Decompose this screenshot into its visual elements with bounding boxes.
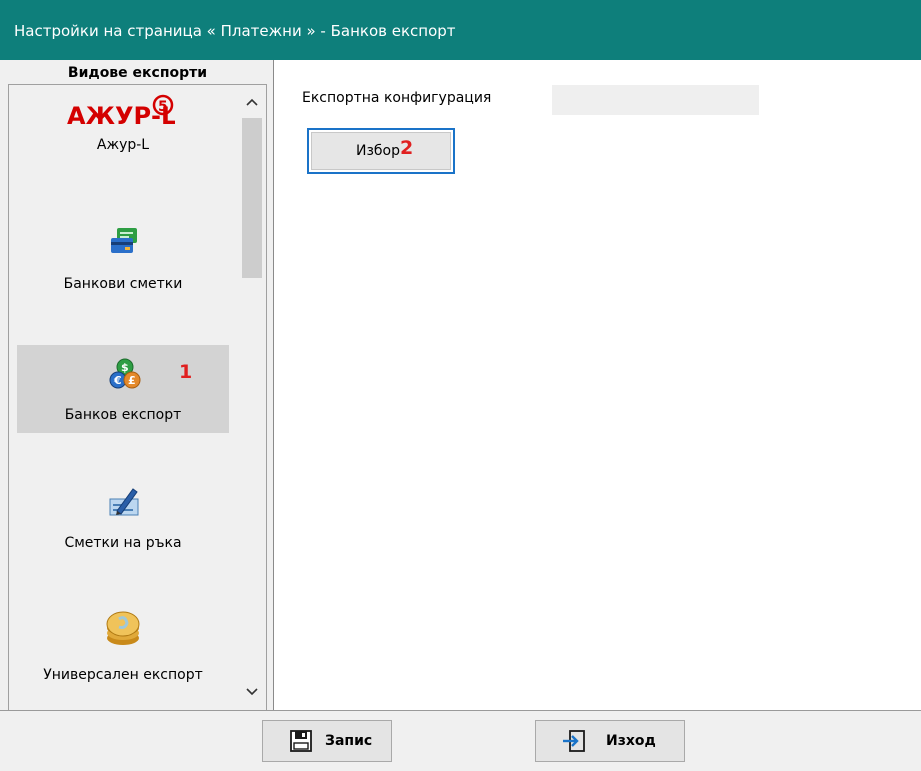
sidebar-item-azhur-l[interactable]: АЖУР-L 5 Ажур-L [17,90,229,178]
sidebar-item-label: Ажур-L [96,137,150,153]
sidebar-item-handwritten-checks[interactable]: Сметки на ръка [17,475,229,563]
logo-version: 5 [158,99,168,115]
sidebar-item-label: Банкови сметки [63,276,183,292]
export-config-label: Експортна конфигурация [302,90,492,106]
chevron-down-icon[interactable] [239,683,265,703]
panel-header: Видове експорти [67,65,208,81]
bank-card-icon [111,228,137,253]
save-icon [290,730,312,752]
svg-text:£: £ [128,374,136,387]
window-title: Настройки на страница « Платежни » - Бан… [14,22,456,40]
annotation-marker-2: 2 [400,137,414,159]
choose-button[interactable]: Избор 2 [307,128,455,174]
gold-coins-icon [106,611,140,645]
sidebar-item-bank-accounts[interactable]: Банкови сметки [17,218,229,306]
sidebar-item-label: Сметки на ръка [64,535,182,551]
svg-text:$: $ [121,361,129,374]
choose-button-face[interactable]: Избор 2 [311,132,451,170]
export-config-field[interactable] [552,85,759,115]
sidebar-item-label: Банков експорт [64,407,182,423]
scrollbar-thumb[interactable] [242,118,262,278]
annotation-marker-1: 1 [179,361,193,383]
footer-bar: Запис Изход [0,710,921,771]
choose-button-label: Избор [356,143,401,159]
export-types-list: АЖУР-L 5 Ажур-L Банкови сметки $ € £ 1 Б… [8,84,267,711]
sidebar-item-universal-export[interactable]: Универсален експорт [17,605,229,693]
footer-divider [0,710,921,711]
settings-main-panel: Експортна конфигурация Избор 2 [274,60,921,710]
save-button-label: Запис [325,733,373,749]
currency-coins-icon: $ € £ [109,358,141,389]
export-types-panel: Видове експорти АЖУР-L 5 Ажур-L Банкови … [0,60,275,711]
sidebar-scrollbar[interactable] [239,85,265,710]
title-bar: Настройки на страница « Платежни » - Бан… [0,0,921,60]
exit-button[interactable]: Изход [535,720,685,762]
chevron-up-icon[interactable] [239,91,265,111]
handwritten-check-icon [109,488,139,516]
sidebar-item-label: Универсален експорт [43,667,203,683]
svg-text:€: € [113,374,122,387]
exit-icon [563,730,585,752]
azhur-l-logo: АЖУР-L 5 [67,94,175,130]
exit-button-label: Изход [606,733,656,749]
sidebar-item-bank-export[interactable]: $ € £ 1 Банков експорт [17,345,229,433]
save-button[interactable]: Запис [262,720,392,762]
